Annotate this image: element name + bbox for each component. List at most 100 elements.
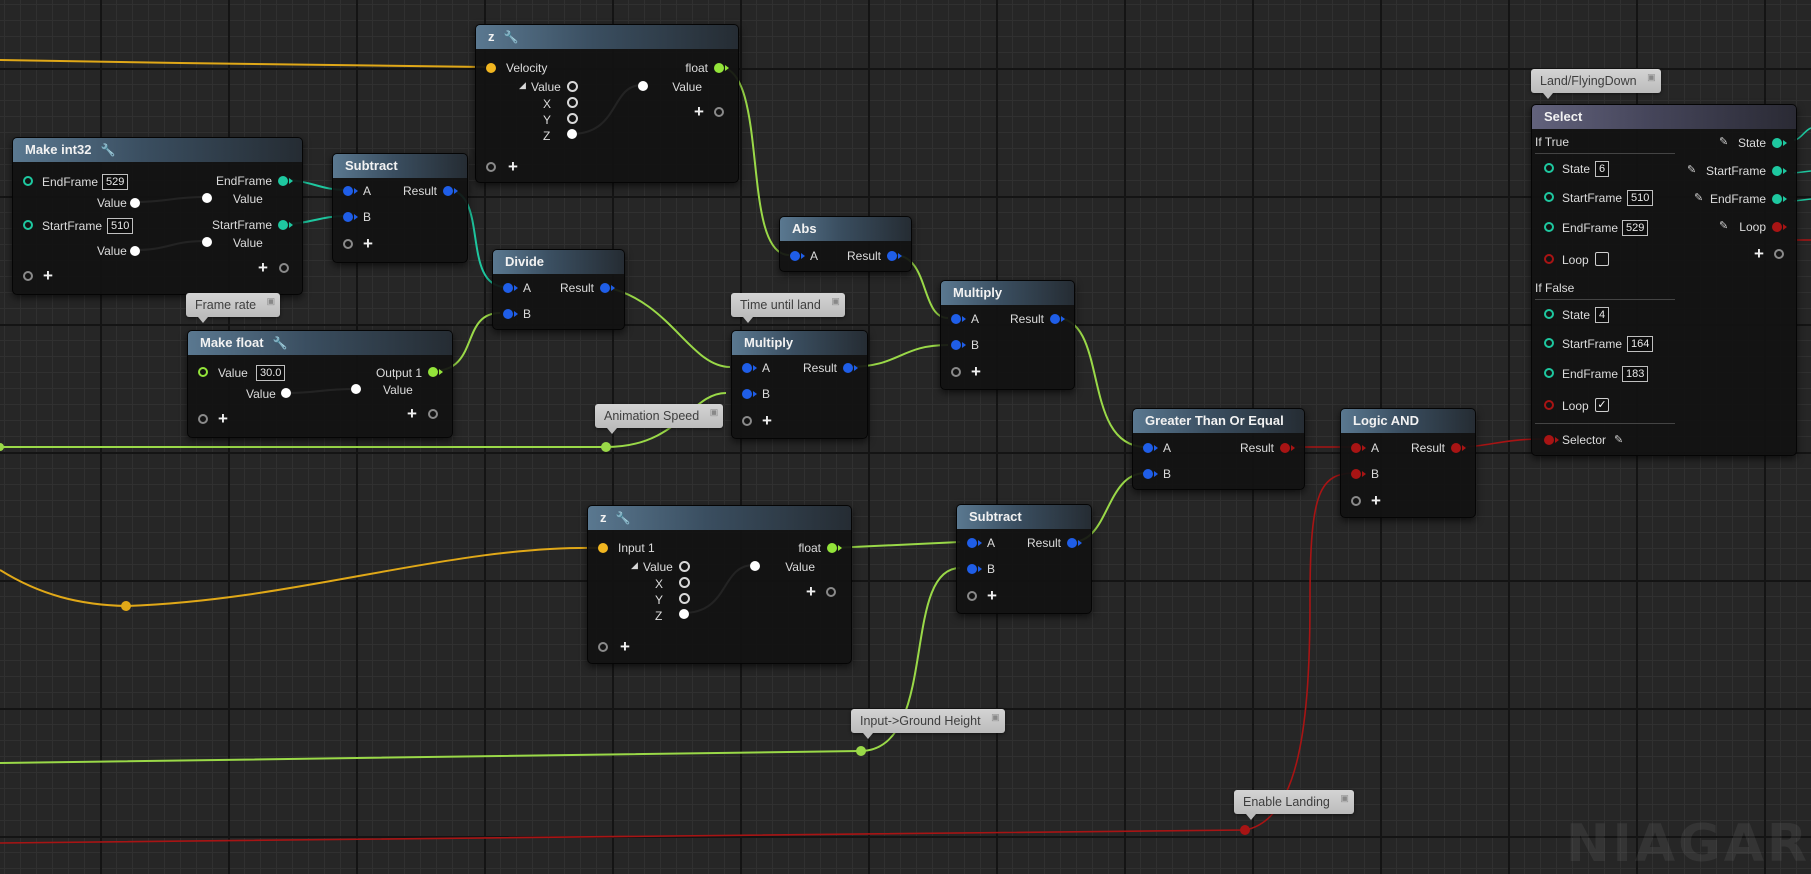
output-pin-result[interactable]	[843, 363, 858, 373]
node-multiply[interactable]: Multiply A B Result +	[731, 330, 868, 439]
add-pin-icon[interactable]: +	[218, 410, 228, 427]
node-subtract[interactable]: Subtract A B Result +	[332, 153, 468, 263]
node-make-int32[interactable]: Make int32 🔧 EndFrame 529 Value StartFram…	[12, 137, 303, 295]
input-pin-selector[interactable]	[1544, 435, 1559, 445]
add-pin-out[interactable]	[279, 263, 289, 273]
pin-value[interactable]	[281, 388, 291, 398]
pencil-icon[interactable]: ✎	[1687, 163, 1696, 176]
add-pin-in[interactable]	[486, 162, 496, 172]
add-pin-icon[interactable]: +	[620, 638, 630, 655]
expand-arrow-icon[interactable]: ◢	[519, 80, 526, 91]
input-pin-input1[interactable]	[598, 543, 608, 553]
pin-value[interactable]	[567, 81, 578, 92]
input-pin-true-loop[interactable]	[1544, 254, 1554, 264]
input-pin-a[interactable]	[503, 283, 518, 293]
comment-frame-rate[interactable]: Frame rate ▣	[186, 293, 281, 323]
output-pin-result[interactable]	[1451, 443, 1466, 453]
pencil-icon[interactable]: ✎	[1719, 219, 1728, 232]
false-loop-checkbox[interactable]: ✓	[1595, 398, 1609, 412]
add-pin-icon[interactable]: +	[258, 259, 268, 276]
true-state-input[interactable]: 6	[1595, 161, 1610, 177]
output-pin-float[interactable]	[827, 543, 842, 553]
expand-arrow-icon[interactable]: ◢	[631, 560, 638, 571]
input-pin-a[interactable]	[1351, 443, 1366, 453]
true-loop-checkbox[interactable]	[1595, 252, 1609, 266]
false-endframe-input[interactable]: 183	[1622, 366, 1649, 382]
add-pin-icon[interactable]: +	[694, 103, 704, 120]
node-header[interactable]: Divide	[493, 250, 624, 274]
node-header[interactable]: Abs	[780, 217, 911, 241]
input-pin-a[interactable]	[742, 363, 757, 373]
input-pin-startframe[interactable]	[23, 220, 33, 230]
input-pin-a[interactable]	[343, 186, 358, 196]
output-pin-result[interactable]	[443, 186, 458, 196]
input-pin-true-endframe[interactable]	[1544, 222, 1554, 232]
output-pin-result[interactable]	[1067, 538, 1082, 548]
pin-value-out[interactable]	[750, 561, 760, 571]
node-z-input[interactable]: z 🔧 Input 1 ◢ Value X Y Z float Value + +	[587, 505, 852, 664]
pencil-icon[interactable]: ✎	[1694, 191, 1703, 204]
pin-x[interactable]	[567, 97, 578, 108]
output-pin-result[interactable]	[1050, 314, 1065, 324]
pin-value-out[interactable]	[638, 81, 648, 91]
comment-time-until-land[interactable]: Time until land ▣	[731, 293, 845, 323]
add-pin-icon[interactable]: +	[363, 235, 373, 252]
add-pin-icon[interactable]: +	[762, 412, 772, 429]
input-pin-true-startframe[interactable]	[1544, 192, 1554, 202]
wrench-icon[interactable]: 🔧	[616, 506, 631, 530]
input-pin-a[interactable]	[967, 538, 982, 548]
add-pin-out[interactable]	[1774, 249, 1784, 259]
node-select[interactable]: Select If True State 6 StartFrame 510 En…	[1531, 104, 1797, 456]
value-input[interactable]: 30.0	[256, 365, 286, 381]
node-greater-than-or-equal[interactable]: Greater Than Or Equal A B Result	[1132, 408, 1305, 490]
pin-value[interactable]	[679, 561, 690, 572]
add-pin-icon[interactable]: +	[971, 363, 981, 380]
node-subtract[interactable]: Subtract A B Result +	[956, 504, 1092, 614]
add-pin-icon[interactable]: +	[508, 158, 518, 175]
pin-value-out[interactable]	[202, 237, 212, 247]
node-header[interactable]: Multiply	[732, 331, 867, 355]
pin-z[interactable]	[567, 129, 577, 139]
add-pin-in[interactable]	[343, 239, 353, 249]
comment-pin-icon[interactable]: ▣	[267, 296, 276, 306]
false-startframe-input[interactable]: 164	[1627, 336, 1654, 352]
add-pin-in[interactable]	[23, 271, 33, 281]
node-header[interactable]: z 🔧	[476, 25, 738, 49]
add-pin-in[interactable]	[967, 591, 977, 601]
input-pin-a[interactable]	[1143, 443, 1158, 453]
add-pin-in[interactable]	[742, 416, 752, 426]
input-pin-endframe[interactable]	[23, 176, 33, 186]
add-pin-icon[interactable]: +	[1754, 245, 1764, 262]
comment-pin-icon[interactable]: ▣	[1340, 793, 1349, 803]
input-pin-a[interactable]	[951, 314, 966, 324]
output-pin-state[interactable]	[1772, 138, 1787, 148]
wrench-icon[interactable]: 🔧	[273, 331, 288, 355]
comment-enable-landing[interactable]: Enable Landing ▣	[1234, 790, 1354, 820]
input-pin-true-state[interactable]	[1544, 163, 1554, 173]
output-pin-startframe[interactable]	[1772, 166, 1787, 176]
input-pin-false-state[interactable]	[1544, 309, 1554, 319]
node-header[interactable]: z 🔧	[588, 506, 851, 530]
add-pin-in[interactable]	[951, 367, 961, 377]
node-header[interactable]: Make float 🔧	[188, 331, 452, 355]
input-pin-velocity[interactable]	[486, 63, 496, 73]
input-pin-b[interactable]	[343, 212, 358, 222]
add-pin-out[interactable]	[428, 409, 438, 419]
pin-y[interactable]	[679, 593, 690, 604]
add-pin-in[interactable]	[598, 642, 608, 652]
output-pin-result[interactable]	[887, 251, 902, 261]
input-pin-false-loop[interactable]	[1544, 400, 1554, 410]
node-multiply[interactable]: Multiply A B Result +	[940, 280, 1075, 390]
add-pin-icon[interactable]: +	[987, 587, 997, 604]
comment-pin-icon[interactable]: ▣	[710, 407, 719, 417]
node-header[interactable]: Greater Than Or Equal	[1133, 409, 1304, 433]
comment-pin-icon[interactable]: ▣	[991, 712, 1000, 722]
comment-animation-speed[interactable]: Animation Speed ▣	[595, 404, 724, 434]
input-pin-false-startframe[interactable]	[1544, 338, 1554, 348]
node-header[interactable]: Make int32 🔧	[13, 138, 302, 162]
pin-x[interactable]	[679, 577, 690, 588]
input-pin-b[interactable]	[503, 309, 518, 319]
node-logic-and[interactable]: Logic AND A B Result +	[1340, 408, 1476, 518]
comment-land-flying-down[interactable]: Land/FlyingDown ▣	[1531, 69, 1661, 99]
output-pin-result[interactable]	[600, 283, 615, 293]
